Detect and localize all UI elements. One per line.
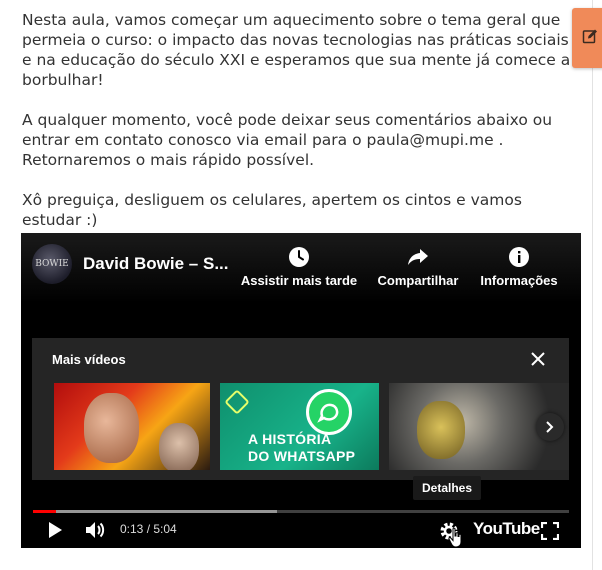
more-videos-panel: Mais vídeos A HISTÓRIA DO WHATSAPP <box>32 338 569 480</box>
pencil-edit-icon <box>582 29 597 44</box>
info-label: Informações <box>480 273 558 288</box>
info-icon <box>509 247 529 267</box>
share-button[interactable]: Compartilhar <box>373 245 463 288</box>
video-thumbnail[interactable]: A HISTÓRIA DO WHATSAPP <box>220 383 379 470</box>
share-label: Compartilhar <box>377 273 459 288</box>
decorative-shape <box>224 389 250 415</box>
thumbnail-caption: A HISTÓRIA DO WHATSAPP <box>248 431 356 464</box>
player-controls: 0:13 / 5:04 YouTube <box>21 513 581 548</box>
play-icon[interactable] <box>47 521 63 539</box>
whatsapp-logo-icon <box>306 389 352 435</box>
close-icon[interactable] <box>529 350 547 368</box>
more-videos-title: Mais vídeos <box>52 352 126 367</box>
video-title[interactable]: David Bowie – S... <box>83 254 229 274</box>
share-arrow-icon <box>408 249 428 265</box>
clock-icon <box>289 247 309 267</box>
youtube-embed[interactable]: BOWIE David Bowie – S... Assistir mais t… <box>21 233 581 548</box>
thumbnail-face <box>159 423 199 470</box>
contact-paragraph: A qualquer momento, você pode deixar seu… <box>22 111 553 169</box>
intro-paragraph: Nesta aula, vamos começar um aquecimento… <box>22 11 571 89</box>
closing-paragraph: Xô preguiça, desliguem os celulares, ape… <box>22 191 522 229</box>
youtube-logo[interactable]: YouTube <box>473 519 540 539</box>
gas-mask-image <box>417 401 465 459</box>
channel-avatar[interactable]: BOWIE <box>32 244 72 284</box>
details-tooltip: Detalhes <box>413 476 482 500</box>
volume-icon[interactable] <box>84 520 106 540</box>
video-top-bar: BOWIE David Bowie – S... Assistir mais t… <box>21 233 581 303</box>
thumbnail-face <box>84 393 139 463</box>
time-display: 0:13 / 5:04 <box>120 522 177 536</box>
next-videos-button[interactable] <box>536 413 564 441</box>
fullscreen-icon[interactable] <box>541 522 559 540</box>
watch-later-button[interactable]: Assistir mais tarde <box>239 245 359 288</box>
page-border <box>592 0 593 570</box>
hand-cursor-icon <box>448 527 462 548</box>
info-button[interactable]: Informações <box>477 245 561 288</box>
chevron-right-icon <box>546 421 554 433</box>
edit-tab-button[interactable] <box>572 8 602 68</box>
video-thumbnail[interactable] <box>54 383 210 470</box>
article-body: Nesta aula, vamos começar um aquecimento… <box>22 10 582 250</box>
watch-later-label: Assistir mais tarde <box>240 273 358 288</box>
